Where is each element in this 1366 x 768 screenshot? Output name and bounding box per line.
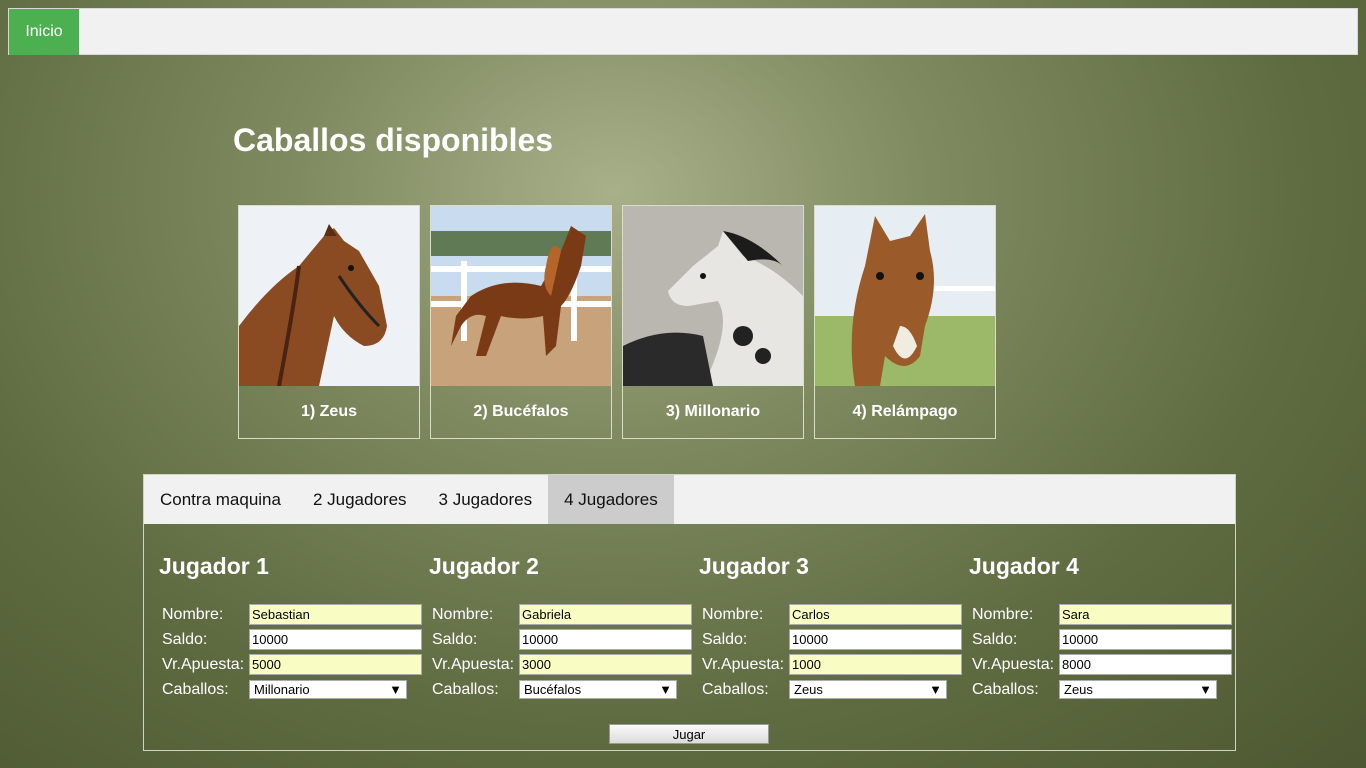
horse-label: 4) Relámpago [852, 403, 958, 420]
player-2-bet-input[interactable] [519, 654, 692, 675]
tab-2-jugadores[interactable]: 2 Jugadores [297, 475, 423, 524]
players-form: Jugador 1 Nombre: Saldo: Vr.Apuesta: Cab… [159, 553, 1239, 702]
player-2-horse-select[interactable]: Bucéfalos ▼ [519, 680, 677, 699]
page-title: Caballos disponibles [233, 122, 554, 158]
player-4-horse-select[interactable]: Zeus ▼ [1059, 680, 1217, 699]
horse-label: 2) Bucéfalos [473, 403, 569, 420]
bet-label: Vr.Apuesta: [432, 655, 515, 673]
horse-card-zeus[interactable]: 1) Zeus [238, 205, 420, 439]
horse-label: 3) Millonario [665, 403, 761, 420]
top-nav-bar: Inicio [8, 8, 1358, 55]
horse-photo-millonario [623, 206, 803, 386]
name-label: Nombre: [702, 605, 764, 623]
player-1-bet-input[interactable] [249, 654, 422, 675]
player-4-bet-input[interactable] [1059, 654, 1232, 675]
horse-photo-bucefalos [431, 206, 611, 386]
horse-card-millonario[interactable]: 3) Millonario [622, 205, 804, 439]
horse-gallery: 1) Zeus 2) Bucéfalos 3) Millonario 4) Re… [238, 205, 996, 439]
balance-label: Saldo: [162, 630, 208, 648]
balance-label: Saldo: [432, 630, 478, 648]
dropdown-arrow-icon: ▼ [929, 682, 942, 697]
player-2-name-input[interactable] [519, 604, 692, 625]
name-label: Nombre: [432, 605, 494, 623]
player-3-name-input[interactable] [789, 604, 962, 625]
tab-contra-maquina[interactable]: Contra maquina [144, 475, 297, 524]
nav-home-link[interactable]: Inicio [9, 9, 79, 55]
dropdown-arrow-icon: ▼ [389, 682, 402, 697]
horse-photo-zeus [239, 206, 419, 386]
player-title: Jugador 2 [429, 553, 539, 579]
player-2-section: Jugador 2 Nombre: Saldo: Vr.Apuesta: Cab… [429, 553, 699, 702]
player-title: Jugador 3 [699, 553, 809, 579]
selected-horse: Zeus [1064, 682, 1093, 697]
bet-label: Vr.Apuesta: [162, 655, 245, 673]
player-title: Jugador 4 [969, 553, 1079, 579]
player-title: Jugador 1 [159, 553, 269, 579]
dropdown-arrow-icon: ▼ [1199, 682, 1212, 697]
game-panel: Contra maquina 2 Jugadores 3 Jugadores 4… [143, 474, 1236, 751]
player-1-horse-select[interactable]: Millonario ▼ [249, 680, 407, 699]
player-2-balance-input[interactable] [519, 629, 692, 650]
play-button[interactable]: Jugar [609, 724, 769, 744]
balance-label: Saldo: [972, 630, 1018, 648]
mode-tabs: Contra maquina 2 Jugadores 3 Jugadores 4… [144, 475, 1235, 524]
tab-4-jugadores[interactable]: 4 Jugadores [548, 475, 674, 524]
horse-card-relampago[interactable]: 4) Relámpago [814, 205, 996, 439]
horse-label: Caballos: [162, 680, 229, 698]
tab-3-jugadores[interactable]: 3 Jugadores [423, 475, 549, 524]
player-4-section: Jugador 4 Nombre: Saldo: Vr.Apuesta: Cab… [969, 553, 1239, 702]
bet-label: Vr.Apuesta: [702, 655, 785, 673]
player-4-balance-input[interactable] [1059, 629, 1232, 650]
player-1-section: Jugador 1 Nombre: Saldo: Vr.Apuesta: Cab… [159, 553, 429, 702]
bet-label: Vr.Apuesta: [972, 655, 1055, 673]
horse-card-bucefalos[interactable]: 2) Bucéfalos [430, 205, 612, 439]
horse-label: Caballos: [702, 680, 769, 698]
player-3-bet-input[interactable] [789, 654, 962, 675]
horse-photo-relampago [815, 206, 995, 386]
selected-horse: Bucéfalos [524, 682, 582, 697]
name-label: Nombre: [972, 605, 1034, 623]
horse-label: Caballos: [972, 680, 1039, 698]
player-3-section: Jugador 3 Nombre: Saldo: Vr.Apuesta: Cab… [699, 553, 969, 702]
horse-label: Caballos: [432, 680, 499, 698]
balance-label: Saldo: [702, 630, 748, 648]
horse-label: 1) Zeus [300, 403, 357, 420]
selected-horse: Zeus [794, 682, 823, 697]
player-3-balance-input[interactable] [789, 629, 962, 650]
player-4-name-input[interactable] [1059, 604, 1232, 625]
player-1-name-input[interactable] [249, 604, 422, 625]
player-1-balance-input[interactable] [249, 629, 422, 650]
dropdown-arrow-icon: ▼ [659, 682, 672, 697]
selected-horse: Millonario [254, 682, 310, 697]
name-label: Nombre: [162, 605, 224, 623]
player-3-horse-select[interactable]: Zeus ▼ [789, 680, 947, 699]
